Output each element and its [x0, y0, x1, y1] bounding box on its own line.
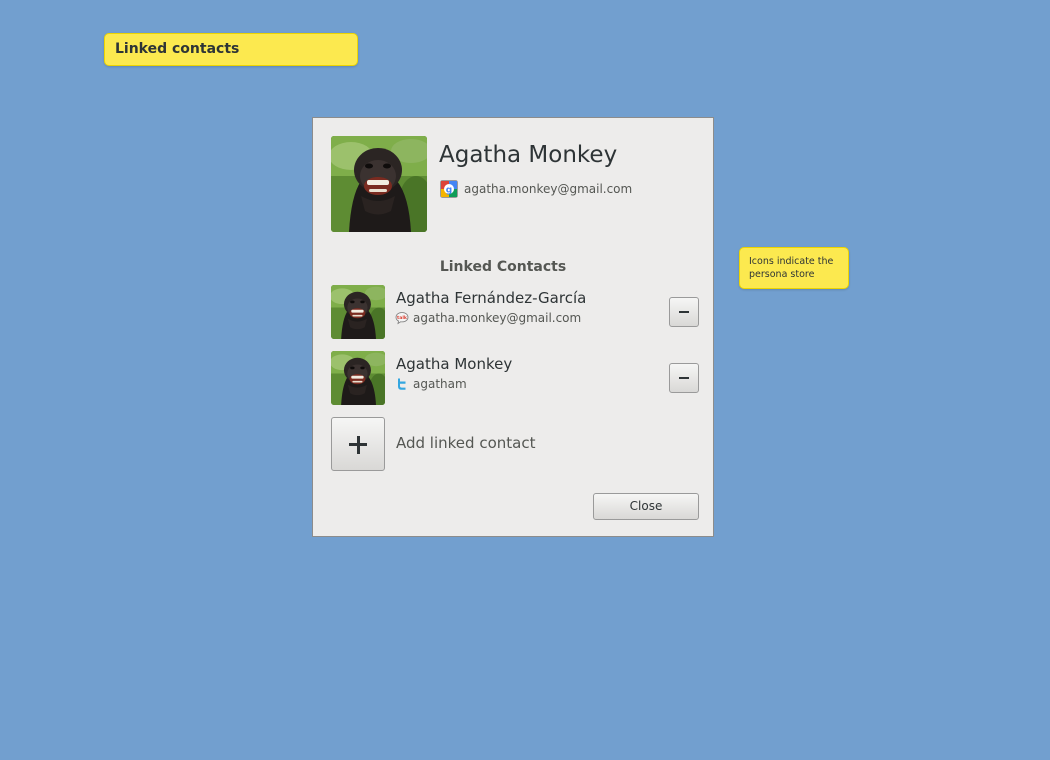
svg-text:talk: talk	[397, 315, 408, 321]
linked-contact-handle-row: talk agatha.monkey@gmail.com	[395, 311, 581, 325]
linked-contact-avatar	[331, 285, 385, 339]
close-button[interactable]: Close	[593, 493, 699, 520]
contact-avatar	[331, 136, 427, 232]
remove-linked-contact-button[interactable]	[669, 363, 699, 393]
linked-contact-avatar	[331, 351, 385, 405]
linked-contact-name: Agatha Monkey	[396, 355, 513, 373]
linked-contact-name: Agatha Fernández-García	[396, 289, 587, 307]
add-linked-contact-button[interactable]	[331, 417, 385, 471]
linked-contact-handle-row: agatham	[395, 377, 467, 391]
minus-icon	[679, 311, 689, 313]
add-linked-contact-label[interactable]: Add linked contact	[396, 434, 535, 452]
linked-contact-handle: agatha.monkey@gmail.com	[413, 311, 582, 325]
remove-linked-contact-button[interactable]	[669, 297, 699, 327]
svg-text:g: g	[446, 185, 452, 195]
minus-icon	[679, 377, 689, 379]
linked-contacts-heading: Linked Contacts	[439, 259, 567, 275]
linked-contact-handle: agatham	[413, 377, 467, 391]
contact-email: agatha.monkey@gmail.com	[464, 182, 633, 196]
google-talk-icon: talk	[395, 312, 409, 325]
contact-email-row: g agatha.monkey@gmail.com	[440, 179, 632, 199]
annotation-title: Linked contacts	[104, 33, 358, 66]
linked-contacts-dialog: Agatha Monkey g agatha.monkey@gmail.com …	[312, 117, 714, 537]
google-icon: g	[440, 180, 458, 198]
twitter-icon	[398, 378, 406, 390]
contact-name: Agatha Monkey	[439, 142, 618, 168]
annotation-note: Icons indicate the persona store	[739, 247, 849, 289]
